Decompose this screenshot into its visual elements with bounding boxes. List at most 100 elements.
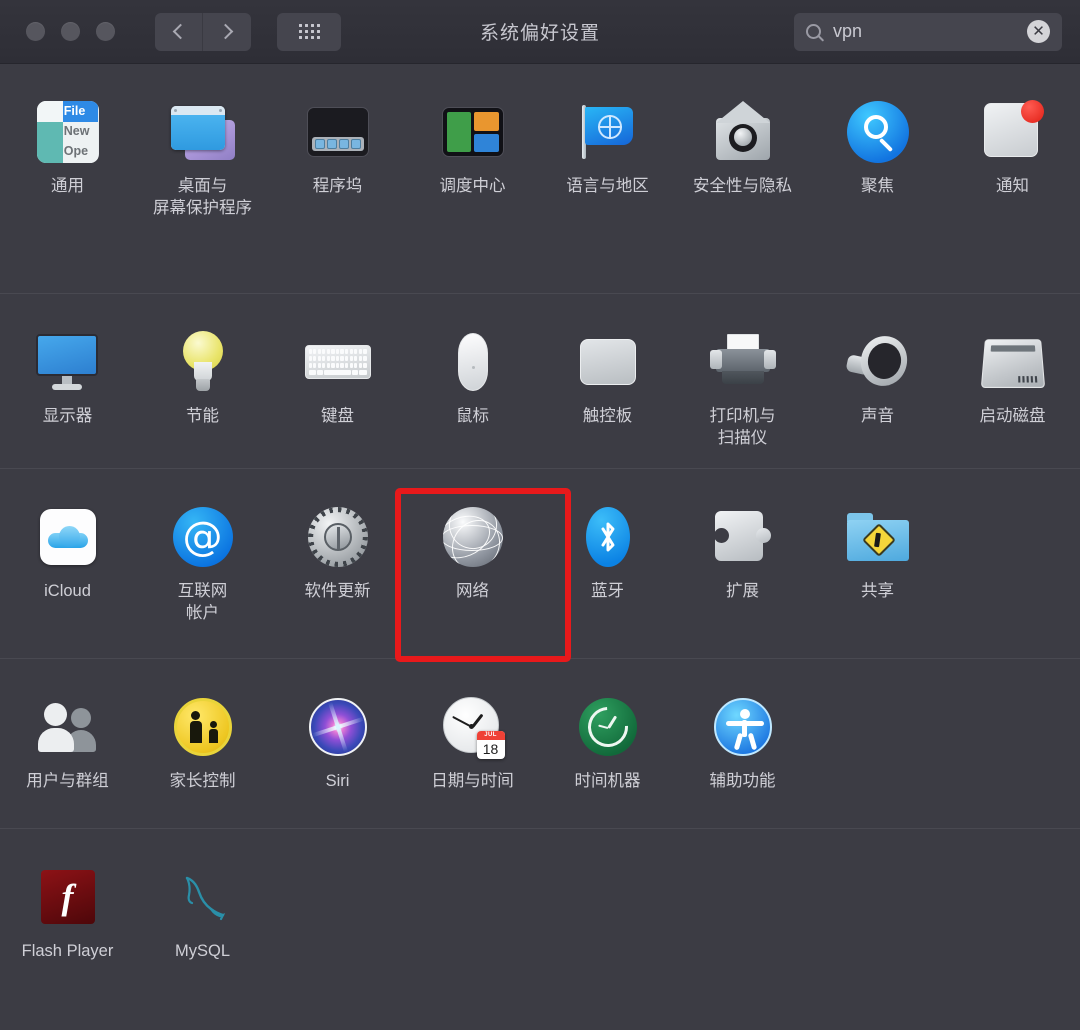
pref-pane-label: 通用 bbox=[51, 177, 84, 195]
pref-pane-network[interactable]: 网络 bbox=[405, 485, 540, 646]
security-privacy-icon bbox=[709, 98, 777, 166]
pref-pane-label: 打印机与 扫描仪 bbox=[709, 407, 776, 447]
pref-pane-label: 扩展 bbox=[726, 582, 759, 600]
siri-icon bbox=[304, 693, 372, 761]
software-update-icon bbox=[304, 503, 372, 571]
pref-pane-flash-player[interactable]: f Flash Player bbox=[0, 845, 135, 1018]
pref-pane-label: 调度中心 bbox=[439, 177, 506, 195]
startup-disk-icon bbox=[979, 328, 1047, 396]
pref-pane-printers-scanners[interactable]: 打印机与 扫描仪 bbox=[675, 310, 810, 456]
notifications-icon bbox=[979, 98, 1047, 166]
calendar-month-label: JUL bbox=[476, 731, 505, 740]
parental-controls-icon bbox=[169, 693, 237, 761]
general-icon-text-3: Ope bbox=[63, 144, 89, 158]
pref-pane-parental-controls[interactable]: 家长控制 bbox=[135, 675, 270, 816]
pref-row-5-third-party: f Flash Player MySQL bbox=[0, 829, 1080, 1030]
pref-pane-desktop-screensaver[interactable]: 桌面与 屏幕保护程序 bbox=[135, 80, 270, 281]
pref-pane-bluetooth[interactable]: 蓝牙 bbox=[540, 485, 675, 646]
pref-pane-notifications[interactable]: 通知 bbox=[945, 80, 1080, 281]
notification-badge bbox=[1020, 100, 1044, 123]
keyboard-icon bbox=[304, 328, 372, 396]
date-time-icon: JUL 18 bbox=[439, 693, 507, 761]
pref-pane-empty-slot bbox=[270, 845, 405, 1018]
flash-player-icon: f bbox=[34, 863, 102, 931]
grid-dots-icon bbox=[298, 24, 320, 39]
pref-pane-dock[interactable]: 程序坞 bbox=[270, 80, 405, 281]
forward-button[interactable] bbox=[203, 12, 251, 51]
pref-pane-label: 通知 bbox=[996, 177, 1029, 195]
pref-pane-label: 时间机器 bbox=[574, 772, 641, 790]
pref-pane-extensions[interactable]: 扩展 bbox=[675, 485, 810, 646]
pref-pane-label: 声音 bbox=[861, 407, 894, 425]
minimize-button[interactable] bbox=[61, 22, 80, 41]
general-icon-text-2: New bbox=[63, 124, 90, 138]
pref-pane-mouse[interactable]: 鼠标 bbox=[405, 310, 540, 456]
window-titlebar: 系统偏好设置 vpn ✕ bbox=[0, 0, 1080, 64]
pref-pane-internet-accounts[interactable]: @ 互联网 帐户 bbox=[135, 485, 270, 646]
pref-pane-label: 软件更新 bbox=[304, 582, 371, 600]
pref-pane-date-time[interactable]: JUL 18 日期与时间 bbox=[405, 675, 540, 816]
icloud-icon bbox=[34, 503, 102, 571]
pref-pane-label: 安全性与隐私 bbox=[693, 177, 792, 195]
back-button[interactable] bbox=[155, 12, 203, 51]
chevron-left-icon bbox=[172, 23, 188, 40]
traffic-light-buttons bbox=[26, 22, 115, 41]
close-button[interactable] bbox=[26, 22, 45, 41]
pref-pane-language-region[interactable]: 语言与地区 bbox=[540, 80, 675, 281]
pref-pane-keyboard[interactable]: 键盘 bbox=[270, 310, 405, 456]
pref-pane-security-privacy[interactable]: 安全性与隐私 bbox=[675, 80, 810, 281]
pref-pane-label: 触控板 bbox=[582, 407, 633, 425]
pref-pane-mission-control[interactable]: 调度中心 bbox=[405, 80, 540, 281]
flash-glyph: f bbox=[61, 877, 74, 917]
pref-pane-empty-slot bbox=[945, 675, 1080, 816]
system-preferences-window: 系统偏好设置 vpn ✕ File New Ope 通用 桌面与 屏幕保护程序 … bbox=[0, 0, 1080, 1030]
pref-pane-startup-disk[interactable]: 启动磁盘 bbox=[945, 310, 1080, 456]
pref-pane-software-update[interactable]: 软件更新 bbox=[270, 485, 405, 646]
clear-search-button[interactable]: ✕ bbox=[1027, 20, 1050, 43]
pref-pane-energy-saver[interactable]: 节能 bbox=[135, 310, 270, 456]
mission-control-icon bbox=[439, 98, 507, 166]
pref-pane-accessibility[interactable]: 辅助功能 bbox=[675, 675, 810, 816]
internet-accounts-icon: @ bbox=[169, 503, 237, 571]
pref-pane-mysql[interactable]: MySQL bbox=[135, 845, 270, 1018]
pref-row-2: 显示器 节能 键盘 鼠标 触控板 打印机与 扫描仪 声音 启动磁盘 bbox=[0, 294, 1080, 469]
pref-pane-time-machine[interactable]: 时间机器 bbox=[540, 675, 675, 816]
pref-pane-empty-slot bbox=[810, 675, 945, 816]
show-all-button[interactable] bbox=[277, 12, 341, 51]
language-region-icon bbox=[574, 98, 642, 166]
pref-pane-sharing[interactable]: 共享 bbox=[810, 485, 945, 646]
zoom-button[interactable] bbox=[96, 22, 115, 41]
pref-pane-empty-slot bbox=[810, 845, 945, 1018]
bluetooth-icon bbox=[574, 503, 642, 571]
pref-row-3: iCloud @ 互联网 帐户 软件更新 网络 蓝牙 扩展 共享 bbox=[0, 469, 1080, 659]
chevron-right-icon bbox=[217, 23, 234, 40]
pref-pane-sound[interactable]: 声音 bbox=[810, 310, 945, 456]
pref-pane-empty-slot bbox=[945, 485, 1080, 646]
pref-pane-empty-slot bbox=[945, 845, 1080, 1018]
pref-pane-spotlight[interactable]: 聚焦 bbox=[810, 80, 945, 281]
pref-pane-empty-slot bbox=[405, 845, 540, 1018]
pref-pane-trackpad[interactable]: 触控板 bbox=[540, 310, 675, 456]
pref-row-4: 用户与群组 家长控制 Siri JUL 18 日期与时间 时间机器 辅助功能 bbox=[0, 659, 1080, 829]
pref-row-1: File New Ope 通用 桌面与 屏幕保护程序 程序坞 调度中心 语言与地… bbox=[0, 64, 1080, 294]
pref-pane-label: 键盘 bbox=[321, 407, 354, 425]
pref-pane-icloud[interactable]: iCloud bbox=[0, 485, 135, 646]
displays-icon bbox=[34, 328, 102, 396]
sound-icon bbox=[844, 328, 912, 396]
pref-pane-label: 网络 bbox=[456, 582, 489, 600]
pref-pane-label: 辅助功能 bbox=[709, 772, 776, 790]
pref-pane-label: 用户与群组 bbox=[26, 772, 109, 790]
pref-pane-label: 共享 bbox=[861, 582, 894, 600]
pref-pane-label: 显示器 bbox=[42, 407, 93, 425]
pref-pane-users-groups[interactable]: 用户与群组 bbox=[0, 675, 135, 816]
search-input-value[interactable]: vpn bbox=[833, 21, 1027, 42]
pref-pane-label: 互联网 帐户 bbox=[177, 582, 228, 622]
pref-pane-siri[interactable]: Siri bbox=[270, 675, 405, 816]
pref-pane-general[interactable]: File New Ope 通用 bbox=[0, 80, 135, 281]
pref-pane-label: 聚焦 bbox=[861, 177, 894, 195]
pref-pane-label: 程序坞 bbox=[312, 177, 363, 195]
pref-pane-displays[interactable]: 显示器 bbox=[0, 310, 135, 456]
printers-scanners-icon bbox=[709, 328, 777, 396]
general-icon: File New Ope bbox=[34, 98, 102, 166]
search-field[interactable]: vpn ✕ bbox=[794, 12, 1062, 51]
